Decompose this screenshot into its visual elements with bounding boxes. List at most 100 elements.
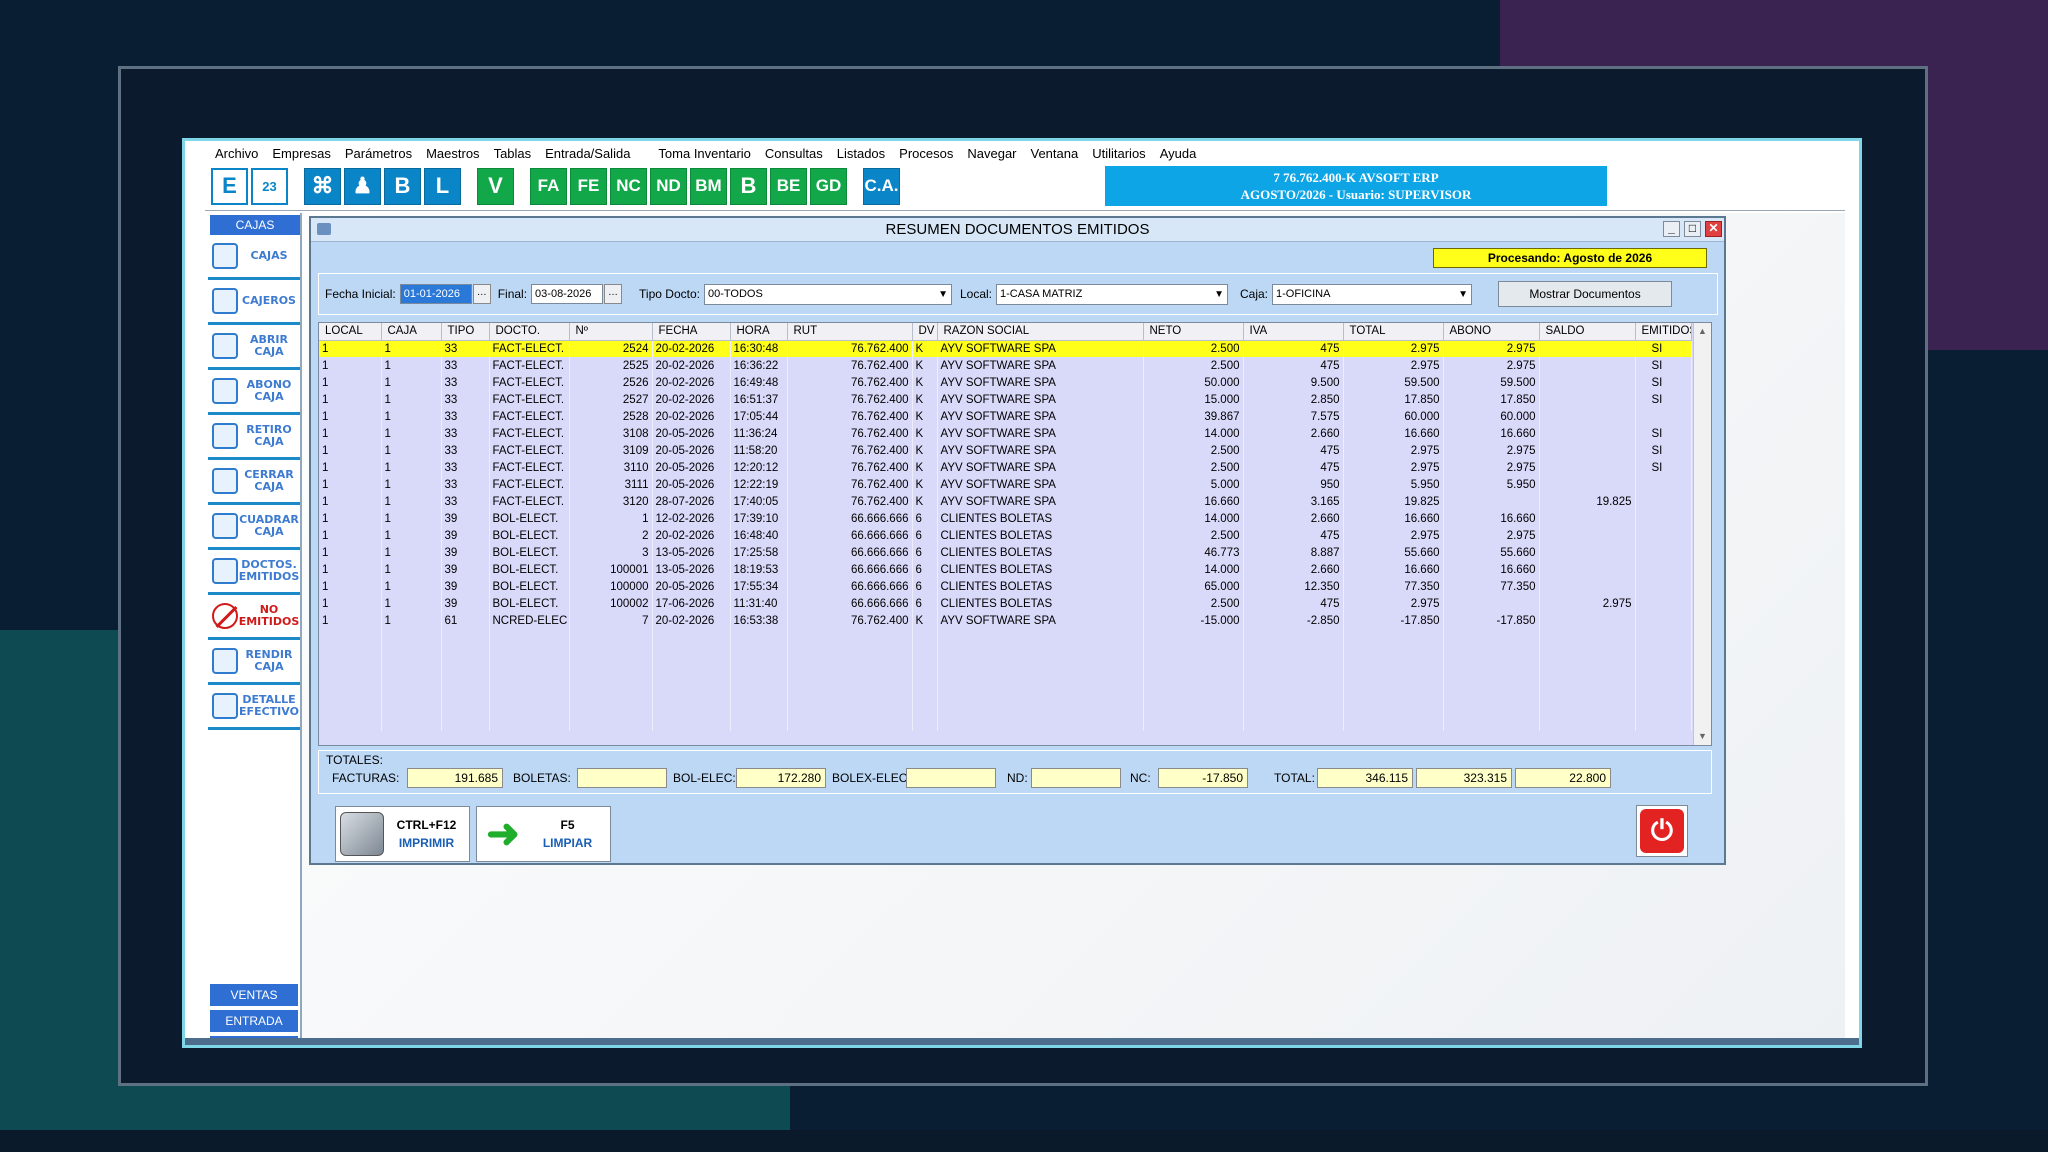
table-row[interactable]: 1 1 33 FACT-ELECT. 3109 20-05-2026 11:58:20 76.…: [319, 442, 1692, 459]
fecha-inicial-input[interactable]: 01-01-2026 …: [399, 284, 491, 304]
menu-ventana[interactable]: Ventana: [1031, 146, 1079, 161]
cell-emitidos: [1635, 493, 1692, 510]
menu-navegar[interactable]: Navegar: [967, 146, 1016, 161]
column-header-n[interactable]: Nº: [569, 323, 653, 341]
toolbar-button-fe[interactable]: FE: [570, 167, 607, 205]
sidebar-ventas-button[interactable]: VENTAS: [210, 984, 298, 1006]
sidebar-item-abono-caja[interactable]: ABONO CAJA: [208, 370, 300, 415]
column-header-fecha[interactable]: FECHA: [652, 323, 731, 341]
scroll-up-icon[interactable]: ▲: [1694, 323, 1711, 340]
toolbar-button-b[interactable]: B: [384, 167, 421, 205]
column-header-rut[interactable]: RUT: [787, 323, 913, 341]
column-header-local[interactable]: LOCAL: [319, 323, 382, 341]
local-select[interactable]: 1-CASA MATRIZ ▼: [996, 283, 1228, 305]
table-row[interactable]: 1 1 39 BOL-ELECT. 100002 17-06-2026 11:31:40 66…: [319, 595, 1692, 612]
menu-toma-inventario[interactable]: Toma Inventario: [658, 146, 751, 161]
menu-empresas[interactable]: Empresas: [272, 146, 331, 161]
cell-dv: K: [912, 493, 938, 510]
column-header-tipo[interactable]: TIPO: [441, 323, 490, 341]
toolbar-button-nd[interactable]: ND: [650, 167, 687, 205]
column-header-saldo[interactable]: SALDO: [1539, 323, 1636, 341]
menu-listados[interactable]: Listados: [837, 146, 885, 161]
no-entry-icon: [212, 603, 238, 629]
menu-par-metros[interactable]: Parámetros: [345, 146, 412, 161]
toolbar-button-nc[interactable]: NC: [610, 167, 647, 205]
documents-grid[interactable]: LOCAL CAJA TIPO DOCTO. Nº FECHA HORA RUT DV RAZON…: [318, 322, 1712, 746]
table-row[interactable]: 1 1 33 FACT-ELECT. 2527 20-02-2026 16:51:37 76.…: [319, 391, 1692, 408]
column-header-caja[interactable]: CAJA: [381, 323, 442, 341]
grid-scrollbar[interactable]: ▲ ▼: [1693, 323, 1711, 745]
sidebar-item-no-emitidos[interactable]: NO EMITIDOS: [208, 595, 300, 640]
table-row[interactable]: 1 1 61 NCRED-ELEC 7 20-02-2026 16:53:38 76.762.…: [319, 612, 1692, 629]
menu-maestros[interactable]: Maestros: [426, 146, 479, 161]
table-row[interactable]: 1 1 33 FACT-ELECT. 2525 20-02-2026 16:36:22 76.…: [319, 357, 1692, 374]
menu-consultas[interactable]: Consultas: [765, 146, 823, 161]
toolbar-button-be[interactable]: BE: [770, 167, 807, 205]
toolbar-button-bm[interactable]: BM: [690, 167, 727, 205]
menu-archivo[interactable]: Archivo: [215, 146, 258, 161]
column-header-dv[interactable]: DV: [912, 323, 938, 341]
sidebar-header: CAJAS: [210, 215, 300, 235]
sidebar-item-cuadrar-caja[interactable]: CUADRAR CAJA: [208, 505, 300, 550]
toolbar-button-c-a[interactable]: C.A.: [863, 167, 900, 205]
menu-ayuda[interactable]: Ayuda: [1160, 146, 1197, 161]
toolbar-button-b[interactable]: B: [730, 167, 767, 205]
sidebar-item-rendir-caja[interactable]: RENDIR CAJA: [208, 640, 300, 685]
limpiar-button[interactable]: ➜ F5 LIMPIAR: [476, 806, 611, 862]
toolbar-button-v[interactable]: V: [477, 167, 514, 205]
table-row[interactable]: 1 1 33 FACT-ELECT. 2526 20-02-2026 16:49:48 76.…: [319, 374, 1692, 391]
table-row[interactable]: 1 1 33 FACT-ELECT. 3120 28-07-2026 17:40:05 76.…: [319, 493, 1692, 510]
total-label: TOTAL:: [1274, 771, 1315, 785]
table-row[interactable]: 1 1 33 FACT-ELECT. 2528 20-02-2026 17:05:44 76.…: [319, 408, 1692, 425]
table-row[interactable]: 1 1 33 FACT-ELECT. 2524 20-02-2026 16:30:48 76.…: [319, 340, 1692, 357]
column-header-iva[interactable]: IVA: [1243, 323, 1344, 341]
close-icon[interactable]: ✕: [1705, 221, 1722, 237]
menu-procesos[interactable]: Procesos: [899, 146, 953, 161]
sidebar-item-abrir-caja[interactable]: ABRIR CAJA: [208, 325, 300, 370]
tipo-docto-select[interactable]: 00-TODOS ▼: [703, 283, 952, 305]
caja-select[interactable]: 1-OFICINA ▼: [1272, 283, 1473, 305]
cell-n: 3108: [569, 425, 653, 442]
exit-button[interactable]: ⏻: [1636, 805, 1688, 857]
table-row[interactable]: 1 1 33 FACT-ELECT. 3111 20-05-2026 12:22:19 76.…: [319, 476, 1692, 493]
table-row[interactable]: 1 1 39 BOL-ELECT. 100001 13-05-2026 18:19:53 66…: [319, 561, 1692, 578]
sidebar-item-doctos-emitidos[interactable]: DOCTOS. EMITIDOS: [208, 550, 300, 595]
calendar-button[interactable]: …: [472, 284, 491, 304]
column-header-razon-social[interactable]: RAZON SOCIAL: [937, 323, 1144, 341]
menu-utilitarios[interactable]: Utilitarios: [1092, 146, 1145, 161]
maximize-icon[interactable]: □: [1684, 221, 1701, 237]
sidebar-item-cerrar-caja[interactable]: CERRAR CAJA: [208, 460, 300, 505]
sidebar-item-cajeros[interactable]: CAJEROS: [208, 280, 300, 325]
column-header-emitidos[interactable]: EMITIDOS: [1635, 323, 1692, 341]
column-header-abono[interactable]: ABONO: [1443, 323, 1540, 341]
org-chart-icon[interactable]: ⌘: [304, 167, 341, 205]
menu-entrada-salida[interactable]: Entrada/Salida: [545, 146, 630, 161]
table-row[interactable]: 1 1 39 BOL-ELECT. 1 12-02-2026 17:39:10 66.666.…: [319, 510, 1692, 527]
sidebar-item-cajas[interactable]: CAJAS: [208, 235, 300, 280]
toolbar-button-l[interactable]: L: [424, 167, 461, 205]
scroll-down-icon[interactable]: ▼: [1694, 728, 1711, 745]
column-header-hora[interactable]: HORA: [730, 323, 788, 341]
calendar-button[interactable]: …: [604, 284, 623, 304]
table-row[interactable]: 1 1 39 BOL-ELECT. 100000 20-05-2026 17:55:34 66…: [319, 578, 1692, 595]
table-row[interactable]: 1 1 33 FACT-ELECT. 3108 20-05-2026 11:36:24 76.…: [319, 425, 1692, 442]
users-icon[interactable]: ♟: [344, 167, 381, 205]
sidebar-entrada-button[interactable]: ENTRADA: [210, 1010, 298, 1032]
toolbar-button-gd[interactable]: GD: [810, 167, 847, 205]
sidebar-item-retiro-caja[interactable]: RETIRO CAJA: [208, 415, 300, 460]
toolbar-button-23[interactable]: 23: [251, 167, 288, 205]
mostrar-documentos-button[interactable]: Mostrar Documentos: [1498, 281, 1673, 307]
table-row[interactable]: 1 1 33 FACT-ELECT. 3110 20-05-2026 12:20:12 76.…: [319, 459, 1692, 476]
column-header-total[interactable]: TOTAL: [1343, 323, 1444, 341]
table-row[interactable]: 1 1 39 BOL-ELECT. 3 13-05-2026 17:25:58 66.666.…: [319, 544, 1692, 561]
column-header-docto[interactable]: DOCTO.: [489, 323, 570, 341]
menu-tablas[interactable]: Tablas: [494, 146, 532, 161]
table-row[interactable]: 1 1 39 BOL-ELECT. 2 20-02-2026 16:48:40 66.666.…: [319, 527, 1692, 544]
column-header-neto[interactable]: NETO: [1143, 323, 1244, 341]
toolbar-button-fa[interactable]: FA: [530, 167, 567, 205]
toolbar-button-e[interactable]: E: [211, 167, 248, 205]
sidebar-item-detalle-efectivo[interactable]: DETALLE EFECTIVO: [208, 685, 300, 730]
imprimir-button[interactable]: CTRL+F12 IMPRIMIR: [335, 806, 470, 862]
fecha-final-input[interactable]: 03-08-2026 …: [531, 284, 623, 304]
minimize-icon[interactable]: _: [1663, 221, 1680, 237]
